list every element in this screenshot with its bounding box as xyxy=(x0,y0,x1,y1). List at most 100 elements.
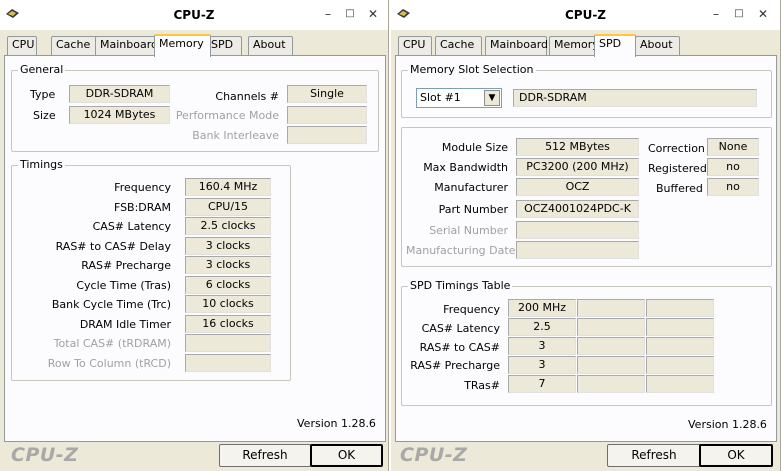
spd-cas-latency-slot2 xyxy=(577,318,645,336)
max-bandwidth-value: PC3200 (200 MHz) xyxy=(516,158,639,176)
module-size-label: Module Size xyxy=(441,141,508,154)
maximize-icon[interactable]: □ xyxy=(732,7,746,21)
ok-button[interactable]: OK xyxy=(699,444,773,467)
spd-frequency-slot2 xyxy=(577,299,645,317)
tab-cpu[interactable]: CPU xyxy=(7,36,37,55)
tab-cpu[interactable]: CPU xyxy=(398,36,432,55)
size-label: Size xyxy=(33,109,56,122)
total-cas-label: Total CAS# (tRDRAM) xyxy=(53,337,171,350)
row-to-column-label: Row To Column (tRCD) xyxy=(47,357,171,370)
fsb-dram-value: CPU/15 xyxy=(185,198,271,216)
tab-spd[interactable]: SPD xyxy=(206,36,242,55)
spd-ras-to-cas-slot2 xyxy=(577,337,645,355)
channels-label: Channels # xyxy=(215,90,279,103)
tab-memory[interactable]: Memory xyxy=(154,34,211,57)
spd-tras-slot3 xyxy=(646,375,714,393)
buffered-value: no xyxy=(707,178,759,196)
spd-timings-label: SPD Timings Table xyxy=(408,279,513,292)
spd-cas-latency-label: CAS# Latency xyxy=(421,322,500,335)
max-bandwidth-label: Max Bandwidth xyxy=(423,161,508,174)
maximize-icon[interactable]: □ xyxy=(343,7,357,21)
close-icon[interactable]: ✕ xyxy=(366,7,380,21)
tab-mainboard[interactable]: Mainboard xyxy=(485,36,548,55)
manufacturing-date-label: Manufacturing Date xyxy=(406,244,516,257)
cpuz-window-memory: CPU-Z – □ ✕ CPU Cache Mainboard Memory S… xyxy=(0,0,389,471)
cas-latency-label: CAS# Latency xyxy=(92,220,171,233)
ras-to-cas-delay-value: 3 clocks xyxy=(185,237,271,255)
manufacturer-value: OCZ xyxy=(516,178,639,196)
performance-mode-label: Performance Mode xyxy=(175,109,279,122)
tab-about[interactable]: About xyxy=(635,36,680,55)
ras-precharge-label: RAS# Precharge xyxy=(81,259,171,272)
general-group-label: General xyxy=(18,63,66,76)
size-value: 1024 MBytes xyxy=(69,106,170,124)
registered-value: no xyxy=(707,158,759,176)
bank-cycle-time-value: 10 clocks xyxy=(185,295,271,313)
tab-mainboard[interactable]: Mainboard xyxy=(95,36,159,55)
module-type-value: DDR-SDRAM xyxy=(513,89,757,107)
slot-selection-group: Memory Slot Selection Slot #1 ▼ DDR-SDRA… xyxy=(401,63,772,118)
buffered-label: Buffered xyxy=(656,182,703,195)
dram-idle-timer-value: 16 clocks xyxy=(185,315,271,333)
type-label: Type xyxy=(30,88,56,101)
dram-idle-timer-label: DRAM Idle Timer xyxy=(79,318,171,331)
bank-cycle-time-label: Bank Cycle Time (Trc) xyxy=(51,298,171,311)
manufacturer-label: Manufacturer xyxy=(434,181,508,194)
module-size-value: 512 MBytes xyxy=(516,138,639,156)
bank-interleave-label: Bank Interleave xyxy=(192,129,279,142)
slot-select[interactable]: Slot #1 ▼ xyxy=(416,88,502,108)
general-group: General Type DDR-SDRAM Size 1024 MBytes … xyxy=(11,63,379,152)
minimize-icon[interactable]: – xyxy=(321,7,335,21)
performance-mode-value xyxy=(287,106,367,124)
cycle-time-label: Cycle Time (Tras) xyxy=(76,279,171,292)
manufacturing-date-value xyxy=(516,241,639,259)
tab-panel-memory: General Type DDR-SDRAM Size 1024 MBytes … xyxy=(4,55,386,442)
refresh-button[interactable]: Refresh xyxy=(607,444,701,467)
chevron-down-icon[interactable]: ▼ xyxy=(484,90,500,106)
ras-to-cas-delay-label: RAS# to CAS# Delay xyxy=(55,240,171,253)
spd-timings-group: SPD Timings Table Frequency 200 MHz CAS#… xyxy=(401,279,772,406)
minimize-icon[interactable]: – xyxy=(709,7,723,21)
slot-select-value: Slot #1 xyxy=(420,91,461,104)
ok-button[interactable]: OK xyxy=(310,444,383,467)
refresh-button[interactable]: Refresh xyxy=(219,444,311,467)
serial-number-label: Serial Number xyxy=(429,224,508,237)
spd-tras-value: 7 xyxy=(508,375,576,393)
close-icon[interactable]: ✕ xyxy=(756,7,770,21)
tab-cache[interactable]: Cache xyxy=(51,36,99,55)
slot-selection-label: Memory Slot Selection xyxy=(408,63,536,76)
channels-value: Single xyxy=(287,85,367,103)
type-value: DDR-SDRAM xyxy=(69,85,170,103)
spd-ras-precharge-slot3 xyxy=(646,356,714,374)
ras-precharge-value: 3 clocks xyxy=(185,256,271,274)
version-label: Version 1.28.6 xyxy=(297,417,376,430)
correction-value: None xyxy=(707,138,759,156)
tab-panel-spd: Memory Slot Selection Slot #1 ▼ DDR-SDRA… xyxy=(395,55,777,442)
timings-group: Timings Frequency 160.4 MHz FSB:DRAM CPU… xyxy=(11,158,291,381)
tab-about[interactable]: About xyxy=(248,36,293,55)
bank-interleave-value xyxy=(287,126,367,144)
spd-cas-latency-slot3 xyxy=(646,318,714,336)
spd-frequency-slot3 xyxy=(646,299,714,317)
title-bar[interactable]: CPU-Z – □ ✕ xyxy=(391,0,780,30)
part-number-label: Part Number xyxy=(438,203,508,216)
timings-group-label: Timings xyxy=(18,158,65,171)
total-cas-value xyxy=(185,334,271,352)
spd-cas-latency-value: 2.5 xyxy=(508,318,576,336)
tab-spd[interactable]: SPD xyxy=(594,34,636,57)
tab-memory[interactable]: Memory xyxy=(549,36,599,55)
correction-label: Correction xyxy=(648,142,705,155)
cycle-time-value: 6 clocks xyxy=(185,276,271,294)
spd-ras-precharge-label: RAS# Precharge xyxy=(410,359,500,372)
version-label: Version 1.28.6 xyxy=(688,418,767,431)
spd-ras-to-cas-slot3 xyxy=(646,337,714,355)
frequency-value: 160.4 MHz xyxy=(185,178,271,196)
spd-tras-slot2 xyxy=(577,375,645,393)
title-bar[interactable]: CPU-Z – □ ✕ xyxy=(0,0,388,30)
cpuz-window-spd: CPU-Z – □ ✕ CPU Cache Mainboard Memory S… xyxy=(391,0,781,471)
cas-latency-value: 2.5 clocks xyxy=(185,217,271,235)
spd-ras-precharge-value: 3 xyxy=(508,356,576,374)
tab-cache[interactable]: Cache xyxy=(435,36,482,55)
part-number-value: OCZ4001024PDC-K xyxy=(516,200,639,218)
spd-ras-precharge-slot2 xyxy=(577,356,645,374)
